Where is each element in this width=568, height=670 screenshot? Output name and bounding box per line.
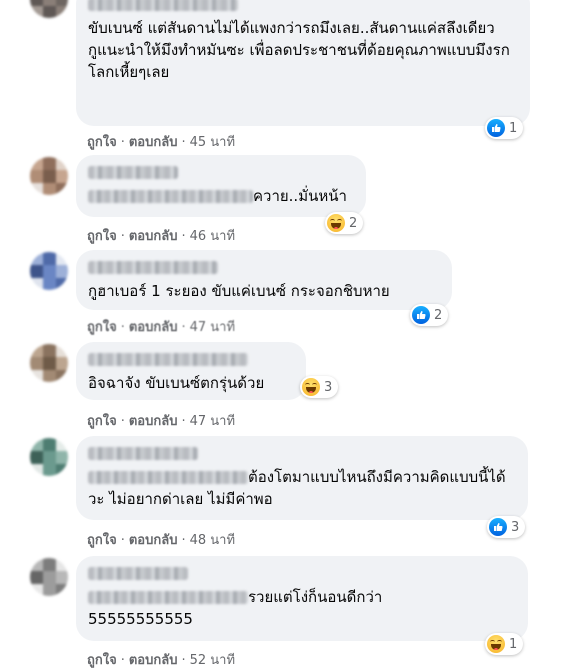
reaction-count[interactable]: 1 [485,117,524,139]
like-icon [412,306,430,324]
reaction-number: 1 [509,120,518,136]
reaction-number: 2 [434,307,443,323]
like-link[interactable]: ถูกใจ [87,414,117,429]
timestamp[interactable]: 47 นาที [190,414,235,429]
author-name[interactable] [88,166,178,179]
mention-tag[interactable] [88,591,248,604]
comment-bubble: ควาย..มั่นหน้า [76,155,366,217]
comment-actions: ถูกใจ · ตอบกลับ · 47 นาที [87,320,236,335]
avatar[interactable] [30,344,68,382]
comment-bubble: อิจฉาจัง ขับเบนซ์ตกรุ่นด้วย [76,342,306,400]
comment-bubble: รวยแต่โง่ก็นอนดีกว่า 55555555555 [76,556,528,641]
like-link[interactable]: ถูกใจ [87,229,117,244]
comment-text: อิจฉาจัง ขับเบนซ์ตกรุ่นด้วย [88,374,265,392]
author-name[interactable] [88,447,198,460]
reaction-count[interactable]: 2 [410,304,449,326]
reply-link[interactable]: ตอบกลับ [129,135,178,150]
avatar[interactable] [30,0,68,18]
like-link[interactable]: ถูกใจ [87,533,117,548]
comment-actions: ถูกใจ · ตอบกลับ · 45 นาที [87,135,236,150]
reply-link[interactable]: ตอบกลับ [129,533,178,548]
like-icon [487,119,505,137]
reply-link[interactable]: ตอบกลับ [129,229,178,244]
comment-text: ควาย..มั่นหน้า [253,187,347,205]
haha-icon [302,378,320,396]
comment-text: กูฮาเบอร์ 1 ระยอง ขับแค่เบนซ์ กระจอกชิบห… [88,282,390,300]
avatar[interactable] [30,252,68,290]
comment-bubble: ต้องโตมาแบบไหนถึงมีความคิดแบบนี้ได้วะ ไม… [76,436,528,520]
reaction-number: 3 [511,519,520,535]
avatar[interactable] [30,558,68,596]
timestamp[interactable]: 47 นาที [190,320,235,335]
author-name[interactable] [88,0,238,11]
haha-icon [487,635,505,653]
like-link[interactable]: ถูกใจ [87,653,117,668]
reaction-count[interactable]: 2 [325,212,364,234]
timestamp[interactable]: 46 นาที [190,229,235,244]
reaction-count[interactable]: 3 [300,376,339,398]
author-name[interactable] [88,567,188,580]
haha-icon [327,214,345,232]
reply-link[interactable]: ตอบกลับ [129,414,178,429]
comment-line: รวยแต่โง่ก็นอนดีกว่า 55555555555 [88,586,516,630]
avatar[interactable] [30,438,68,476]
reaction-number: 3 [324,379,333,395]
timestamp[interactable]: 52 นาที [190,653,235,668]
comment-line: ควาย..มั่นหน้า [88,185,354,207]
author-name[interactable] [88,353,248,366]
comment-bubble: กูฮาเบอร์ 1 ระยอง ขับแค่เบนซ์ กระจอกชิบห… [76,250,452,310]
comment-actions: ถูกใจ · ตอบกลับ · 48 นาที [87,533,236,548]
reaction-number: 1 [509,636,518,652]
like-link[interactable]: ถูกใจ [87,135,117,150]
comment-bubble: ขับเบนซ์ แต่สันดานไม่ได้แพงกว่ารถมึงเลย.… [76,0,530,126]
reaction-number: 2 [349,215,358,231]
reaction-count[interactable]: 3 [487,516,526,538]
comment-line: ต้องโตมาแบบไหนถึงมีความคิดแบบนี้ได้วะ ไม… [88,466,516,510]
reply-link[interactable]: ตอบกลับ [129,653,178,668]
reply-link[interactable]: ตอบกลับ [129,320,178,335]
like-icon [489,518,507,536]
avatar[interactable] [30,157,68,195]
timestamp[interactable]: 45 นาที [190,135,235,150]
comment-text: ขับเบนซ์ แต่สันดานไม่ได้แพงกว่ารถมึงเลย.… [88,19,510,81]
reaction-count[interactable]: 1 [485,633,524,655]
timestamp[interactable]: 48 นาที [190,533,235,548]
like-link[interactable]: ถูกใจ [87,320,117,335]
author-name[interactable] [88,261,218,274]
mention-tag[interactable] [88,471,248,484]
mention-tag[interactable] [88,190,253,203]
comment-actions: ถูกใจ · ตอบกลับ · 52 นาที [87,653,236,668]
comment-actions: ถูกใจ · ตอบกลับ · 46 นาที [87,229,236,244]
comment-actions: ถูกใจ · ตอบกลับ · 47 นาที [87,414,236,429]
